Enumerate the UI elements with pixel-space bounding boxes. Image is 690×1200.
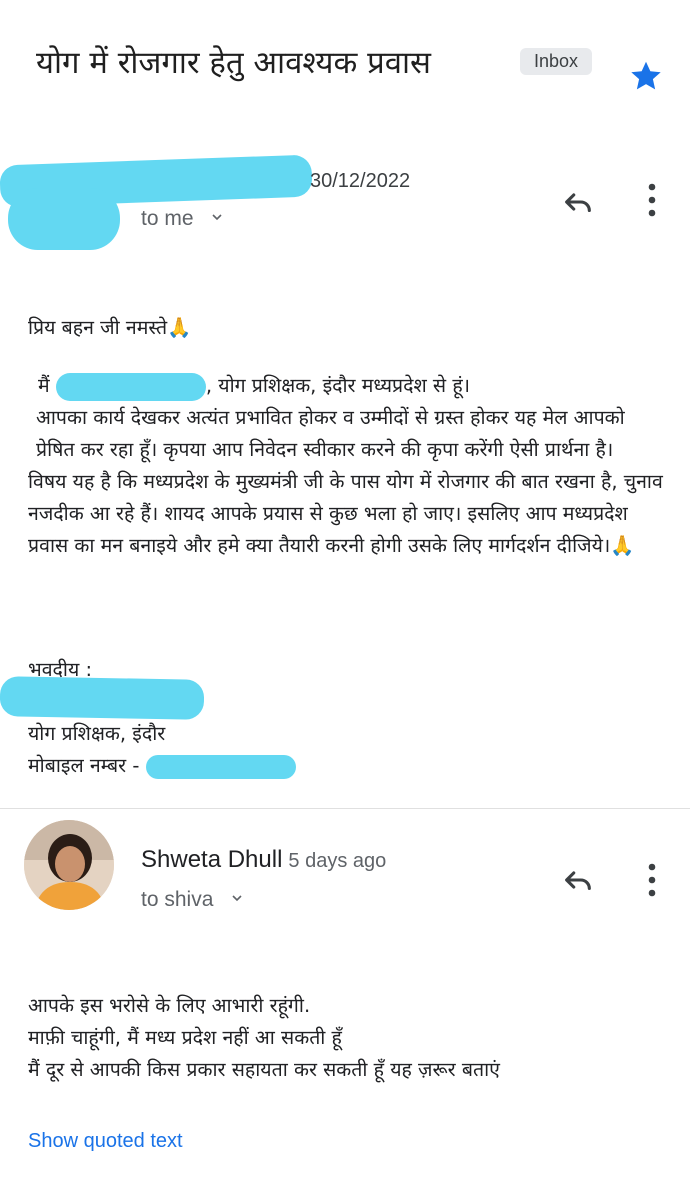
reply-line-3: मैं दूर से आपकी किस प्रकार सहायता कर सकत… xyxy=(28,1058,500,1081)
signature-mobile-line: मोबाइल नम्बर - xyxy=(28,750,296,782)
message-time: 5 days ago xyxy=(288,850,387,872)
inbox-label-badge[interactable]: Inbox xyxy=(520,48,593,75)
intro-prefix: मैं xyxy=(38,374,56,397)
reply-icon xyxy=(565,193,591,213)
more-vert-icon xyxy=(648,183,656,217)
reply-button-2[interactable] xyxy=(556,858,600,902)
message-body: प्रिय बहन जी नमस्ते🙏 मैं , योग प्रशिक्षक… xyxy=(28,312,668,562)
reply-line-1: आपके इस भरोसे के लिए आभारी रहूंगी. xyxy=(28,994,311,1017)
paragraph-2: विषय यह है कि मध्यप्रदेश के मुख्यमंत्री … xyxy=(28,470,663,557)
redacted-sender-avatar xyxy=(8,188,120,250)
more-vert-icon xyxy=(648,863,656,897)
avatar[interactable] xyxy=(24,820,114,910)
chevron-down-icon[interactable] xyxy=(209,207,225,231)
redacted-name xyxy=(55,372,206,401)
redacted-signature-name xyxy=(0,676,205,720)
sender-line: Shweta Dhull 5 days ago xyxy=(141,846,386,874)
reply-icon xyxy=(565,871,591,891)
intro-line: मैं , योग प्रशिक्षक, इंदौर मध्यप्रदेश से… xyxy=(28,370,668,402)
message-date: 30/12/2022 xyxy=(310,170,411,192)
recipient-details-toggle[interactable]: to me xyxy=(141,207,225,231)
chevron-down-icon[interactable] xyxy=(229,888,245,912)
star-icon[interactable] xyxy=(628,58,664,94)
recipient-label: to me xyxy=(141,207,194,230)
reply-line-2: माफ़ी चाहूंगी, मैं मध्य प्रदेश नहीं आ सक… xyxy=(28,1026,342,1049)
more-options-button[interactable] xyxy=(630,178,674,222)
more-options-button-2[interactable] xyxy=(630,858,674,902)
mobile-label: मोबाइल नम्बर - xyxy=(28,754,146,777)
greeting-text: प्रिय बहन जी नमस्ते🙏 xyxy=(28,316,192,339)
message-divider xyxy=(0,808,690,809)
sender-name: Shweta Dhull xyxy=(141,846,283,873)
email-subject: योग में रोजगार हेतु आवश्यक प्रवास xyxy=(36,45,432,81)
reply-button[interactable] xyxy=(556,180,600,224)
intro-suffix: , योग प्रशिक्षक, इंदौर मध्यप्रदेश से हूं… xyxy=(205,374,471,397)
recipient-details-toggle-2[interactable]: to shiva xyxy=(141,888,245,912)
recipient-label-2: to shiva xyxy=(141,888,214,911)
show-quoted-text-link[interactable]: Show quoted text xyxy=(28,1130,183,1153)
signature-title: योग प्रशिक्षक, इंदौर xyxy=(28,722,166,745)
redacted-mobile-number xyxy=(145,754,296,779)
reply-body: आपके इस भरोसे के लिए आभारी रहूंगी. माफ़ी… xyxy=(28,990,668,1086)
paragraph-1: आपका कार्य देखकर अत्यंत प्रभावित होकर व … xyxy=(36,406,625,461)
